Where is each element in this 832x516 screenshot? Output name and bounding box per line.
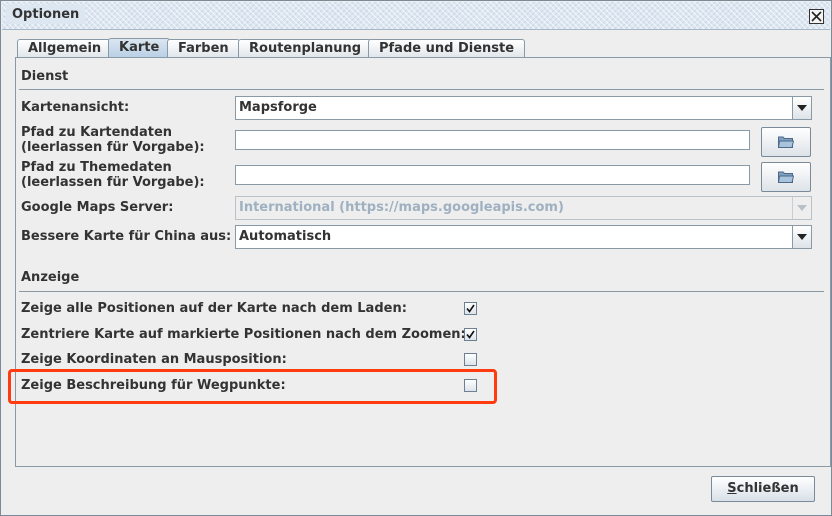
section-divider — [19, 89, 824, 90]
china-combo[interactable]: Automatisch — [235, 225, 812, 249]
kartendaten-path-input[interactable] — [235, 130, 750, 150]
kartendaten-browse-button[interactable] — [761, 127, 811, 157]
checkbox-show-all-positions[interactable] — [464, 302, 477, 315]
china-label: Bessere Karte für China aus: — [21, 229, 232, 244]
google-server-dropdown-button[interactable] — [792, 197, 811, 219]
tab-pfade-und-dienste[interactable]: Pfade und Dienste — [368, 39, 526, 58]
title-bar[interactable]: Optionen — [2, 2, 830, 30]
check-icon — [466, 304, 475, 313]
tab-karte[interactable]: Karte — [108, 38, 171, 58]
folder-icon — [778, 171, 794, 183]
chevron-down-icon — [797, 105, 807, 111]
themedaten-browse-button[interactable] — [761, 162, 811, 192]
kartenansicht-label: Kartenansicht: — [21, 100, 130, 115]
section-title-dienst: Dienst — [21, 69, 69, 84]
option-label-center-on-zoom: Zentriere Karte auf markierte Positionen… — [21, 327, 466, 342]
window-title: Optionen — [6, 5, 86, 24]
checkbox-center-on-zoom[interactable] — [464, 328, 477, 341]
google-server-label: Google Maps Server: — [21, 200, 174, 215]
google-server-combo[interactable]: International (https://maps.googleapis.c… — [235, 196, 812, 220]
section-title-anzeige: Anzeige — [21, 270, 80, 285]
section-divider — [19, 291, 824, 292]
kartenansicht-value: Mapsforge — [239, 100, 317, 115]
themedaten-label: Pfad zu Themedaten (leerlassen für Vorga… — [21, 160, 205, 190]
themedaten-path-input[interactable] — [235, 165, 750, 185]
tab-allgemein[interactable]: Allgemein — [17, 39, 113, 58]
close-icon — [811, 11, 822, 22]
kartenansicht-dropdown-button[interactable] — [792, 97, 811, 119]
themedaten-label-line2: (leerlassen für Vorgabe): — [21, 175, 205, 190]
kartendaten-label-line1: Pfad zu Kartendaten — [21, 125, 173, 140]
chevron-down-icon — [797, 234, 807, 240]
option-label-mouse-coordinates: Zeige Koordinaten an Mausposition: — [21, 352, 287, 367]
option-label-show-all-positions: Zeige alle Positionen auf der Karte nach… — [21, 301, 407, 316]
kartenansicht-combo[interactable]: Mapsforge — [235, 96, 812, 120]
themedaten-label-line1: Pfad zu Themedaten — [21, 160, 172, 175]
google-server-value: International (https://maps.googleapis.c… — [239, 200, 564, 215]
window-close-button[interactable] — [809, 9, 824, 24]
close-button-mnemonic: S — [727, 481, 737, 496]
china-value: Automatisch — [239, 229, 332, 244]
checkbox-mouse-coordinates[interactable] — [464, 353, 477, 366]
tab-panel-karte: Dienst Kartenansicht: Mapsforge Pfad zu … — [15, 57, 831, 467]
close-button[interactable]: Schließen — [711, 476, 815, 502]
kartendaten-label: Pfad zu Kartendaten (leerlassen für Vorg… — [21, 125, 205, 155]
china-dropdown-button[interactable] — [792, 226, 811, 248]
check-icon — [466, 330, 475, 339]
folder-icon — [778, 136, 794, 148]
close-button-label: chließen — [736, 481, 799, 496]
tab-farben[interactable]: Farben — [167, 39, 240, 58]
chevron-down-icon — [797, 205, 807, 211]
highlight-box — [8, 369, 497, 404]
kartendaten-label-line2: (leerlassen für Vorgabe): — [21, 140, 205, 155]
tab-routenplanung[interactable]: Routenplanung — [238, 39, 373, 58]
